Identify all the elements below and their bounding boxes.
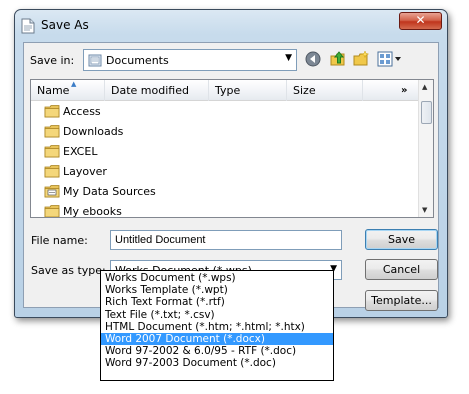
file-name-label: File name:	[31, 234, 88, 247]
new-folder-icon[interactable]	[352, 50, 370, 68]
document-icon	[21, 18, 35, 34]
file-list-item[interactable]: EXCEL	[31, 141, 418, 161]
template-button[interactable]: Template...	[365, 290, 438, 311]
column-header-date-modified[interactable]: Date modified	[105, 80, 209, 101]
column-header-type[interactable]: Type	[209, 80, 287, 101]
data-sources-folder-icon	[44, 184, 60, 198]
file-name: EXCEL	[63, 145, 98, 158]
dialog-body: Save in: Documents ▼ ▲ Name Date modifie…	[23, 42, 439, 311]
file-list-item[interactable]: My ebooks	[31, 201, 418, 218]
folder-icon	[44, 104, 60, 118]
chevron-down-icon: ▼	[285, 53, 292, 63]
file-name: Downloads	[63, 125, 124, 138]
save-type-option[interactable]: Rich Text Format (*.rtf)	[101, 296, 333, 308]
folder-icon	[44, 204, 60, 217]
file-list-item[interactable]: Downloads	[31, 121, 418, 141]
scroll-up-icon[interactable]: ▲	[422, 83, 427, 91]
file-name: Access	[63, 105, 101, 118]
file-list[interactable]: ▲ Name Date modified Type Size » Access D…	[30, 79, 434, 218]
window-title: Save As	[41, 18, 89, 32]
column-header-size[interactable]: Size	[287, 80, 363, 101]
save-type-option[interactable]: HTML Document (*.htm; *.html; *.htx)	[101, 321, 333, 333]
back-icon[interactable]	[305, 51, 321, 67]
column-label: Name	[37, 84, 70, 97]
save-as-type-options-list[interactable]: Works Document (*.wps) Works Template (*.…	[100, 270, 334, 381]
save-type-option[interactable]: Text File (*.txt; *.csv)	[101, 309, 333, 321]
folder-icon	[44, 124, 60, 138]
save-as-type-label: Save as type:	[31, 264, 106, 277]
title-bar[interactable]: Save As ✕	[15, 10, 447, 40]
up-folder-icon[interactable]	[329, 50, 347, 68]
save-in-value: Documents	[106, 54, 169, 67]
file-name-input[interactable]	[110, 230, 342, 250]
save-type-option[interactable]: Word 2007 Document (*.docx)	[101, 332, 333, 346]
file-list-item[interactable]: Layover	[31, 161, 418, 181]
column-header-name[interactable]: ▲ Name	[31, 80, 105, 101]
save-button[interactable]: Save	[365, 229, 438, 250]
file-name: Layover	[63, 165, 107, 178]
close-button[interactable]: ✕	[399, 12, 442, 30]
save-type-option[interactable]: Word 97-2002 & 6.0/95 - RTF (*.doc)	[101, 345, 333, 357]
views-menu-icon[interactable]	[376, 50, 404, 68]
scroll-thumb[interactable]	[421, 101, 432, 124]
save-type-option[interactable]: Works Document (*.wps)	[101, 272, 333, 284]
save-type-option[interactable]: Works Template (*.wpt)	[101, 284, 333, 296]
scroll-down-icon[interactable]: ▼	[422, 206, 427, 214]
save-in-label: Save in:	[30, 54, 75, 67]
column-label: Type	[215, 84, 241, 97]
folder-icon	[44, 144, 60, 158]
documents-folder-icon	[88, 54, 102, 67]
save-in-dropdown[interactable]: Documents ▼	[83, 49, 297, 71]
file-list-item[interactable]: My Data Sources	[31, 181, 418, 201]
folder-icon	[44, 164, 60, 178]
file-list-item[interactable]: Access	[31, 101, 418, 121]
column-header-row: ▲ Name Date modified Type Size »	[31, 80, 418, 101]
save-type-option[interactable]: Word 97-2003 Document (*.doc)	[101, 357, 333, 369]
sort-ascending-icon: ▲	[71, 80, 77, 88]
column-label: Size	[293, 84, 316, 97]
file-name: My ebooks	[63, 205, 122, 218]
file-name: My Data Sources	[63, 185, 156, 198]
file-rows: Access Downloads EXCEL Layover My Data Sourc…	[31, 101, 418, 218]
more-columns-icon[interactable]: »	[401, 80, 407, 101]
vertical-scrollbar[interactable]: ▲ ▼	[418, 80, 433, 217]
column-label: Date modified	[111, 84, 189, 97]
close-icon: ✕	[415, 13, 426, 27]
cancel-button[interactable]: Cancel	[365, 259, 438, 280]
